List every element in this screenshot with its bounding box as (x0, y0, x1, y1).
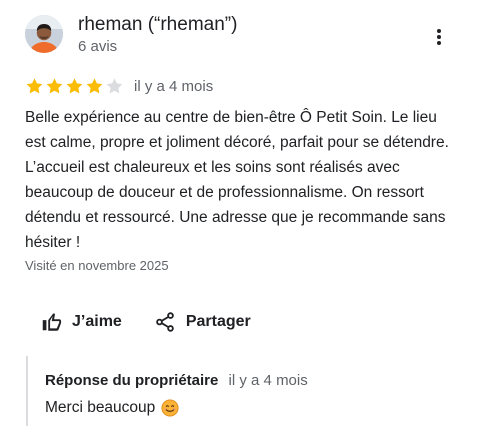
thumb-up-icon (42, 313, 62, 331)
user-avatar-icon (25, 15, 63, 53)
review-text: Belle expérience au centre de bien-être … (25, 109, 449, 251)
share-label: Partager (185, 313, 251, 330)
owner-response-text: Merci beaucoup (45, 399, 156, 416)
like-button[interactable]: J’aime (40, 311, 122, 333)
smiling-face-emoji-icon (161, 399, 179, 417)
share-icon (156, 312, 174, 332)
visit-date: Visité en novembre 2025 (25, 258, 169, 273)
owner-response-header: Réponse du propriétaire il y a 4 mois (45, 372, 436, 390)
rating-row: il y a 4 mois (25, 76, 213, 96)
review-time: il y a 4 mois (134, 77, 214, 95)
share-button[interactable]: Partager (154, 311, 251, 333)
owner-response: Réponse du propriétaire il y a 4 mois Me… (26, 356, 436, 426)
more-vert-icon (437, 29, 441, 45)
review-count: 6 avis (78, 38, 118, 55)
star-filled-icon (65, 77, 84, 96)
owner-response-time: il y a 4 mois (228, 372, 308, 389)
owner-response-text-row: Merci beaucoup (45, 398, 436, 418)
more-options-button[interactable] (429, 26, 449, 48)
star-filled-icon (25, 77, 44, 96)
like-label: J’aime (72, 313, 122, 330)
star-filled-icon (45, 77, 64, 96)
review-card: rheman (“rheman”) 6 avis il y a 4 mois B… (0, 0, 477, 435)
avatar[interactable] (25, 15, 63, 53)
star-rating (25, 77, 124, 96)
star-empty-icon (105, 77, 124, 96)
owner-response-label: Réponse du propriétaire (45, 372, 219, 389)
star-filled-icon (85, 77, 104, 96)
reviewer-name[interactable]: rheman (“rheman”) (78, 13, 237, 37)
review-actions: J’aime Partager (40, 311, 251, 333)
